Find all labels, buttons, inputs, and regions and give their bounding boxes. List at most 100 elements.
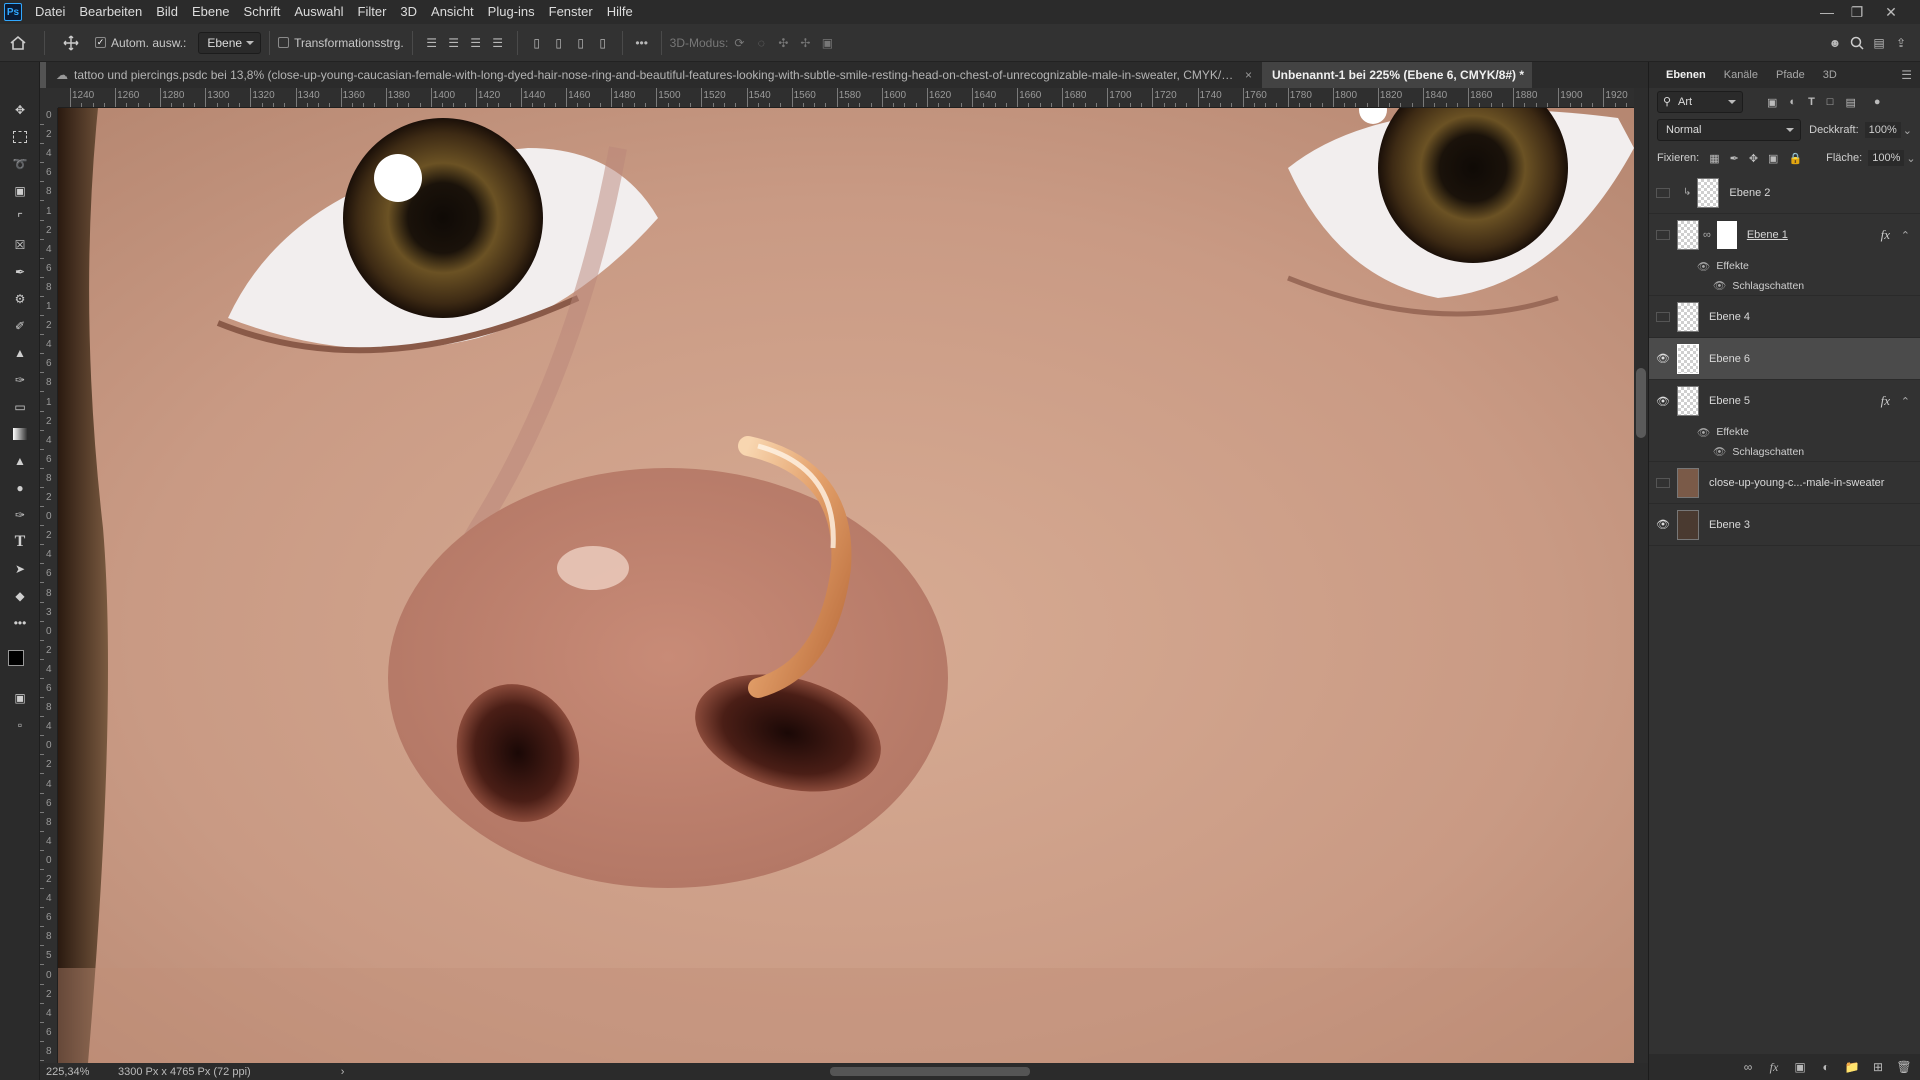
visibility-toggle[interactable] — [1649, 462, 1677, 504]
chevron-down-icon[interactable]: ⌄ — [1903, 124, 1912, 137]
menu-ansicht[interactable]: Ansicht — [424, 0, 481, 24]
layer-row[interactable]: 👁 Ebene 5 fx ⌃ — [1649, 380, 1920, 422]
filter-shape-icon[interactable]: □ — [1827, 96, 1834, 108]
lock-position-icon[interactable]: ✥ — [1749, 152, 1758, 165]
blend-mode-dropdown[interactable]: Normal — [1657, 119, 1802, 141]
dodge-tool-icon[interactable]: ● — [0, 474, 40, 501]
add-style-icon[interactable]: fx — [1763, 1056, 1785, 1078]
visibility-toggle[interactable]: 👁 — [1649, 338, 1677, 380]
menu-ebene[interactable]: Ebene — [185, 0, 237, 24]
clone-stamp-tool-icon[interactable]: ▲ — [0, 339, 40, 366]
eyedropper-tool-icon[interactable]: ✒ — [0, 258, 40, 285]
pan-3d-icon[interactable]: ✣ — [772, 32, 794, 54]
layer-row-selected[interactable]: 👁 Ebene 6 — [1649, 338, 1920, 380]
camera-3d-icon[interactable]: ▣ — [816, 32, 838, 54]
orbit-3d-icon[interactable]: ⟳ — [728, 32, 750, 54]
tab-3d[interactable]: 3D — [1814, 62, 1846, 88]
eye-icon[interactable]: 👁 — [1697, 260, 1710, 273]
effect-row[interactable]: 👁 Schlagschatten — [1649, 276, 1920, 296]
layer-mask-thumbnail[interactable] — [1716, 221, 1737, 249]
distribute-icon[interactable]: ☰ — [487, 32, 509, 54]
eye-icon[interactable]: 👁 — [1713, 445, 1726, 458]
lock-all-icon[interactable]: 🔒 — [1788, 152, 1802, 165]
brush-tool-icon[interactable]: ✐ — [0, 312, 40, 339]
screen-mode-icon[interactable]: ▫ — [0, 711, 40, 738]
foreground-color-swatch[interactable] — [8, 650, 24, 666]
delete-layer-icon[interactable]: 🗑 — [1893, 1056, 1915, 1078]
filter-pixel-icon[interactable]: ▣ — [1767, 96, 1777, 109]
filter-smartobject-icon[interactable]: ▤ — [1845, 96, 1855, 109]
zoom-level[interactable]: 225,34% — [46, 1066, 106, 1078]
align-left-icon[interactable]: ☰ — [421, 32, 443, 54]
align-middle-icon[interactable]: ▯ — [548, 32, 570, 54]
image-canvas[interactable] — [58, 108, 1634, 1063]
fx-icon[interactable]: fx — [1881, 227, 1890, 243]
pen-tool-icon[interactable]: ✑ — [0, 501, 40, 528]
layer-row[interactable]: Ebene 4 — [1649, 296, 1920, 338]
horizontal-ruler[interactable]: 1240 1260 1280 1300 1320 1340 1360 1380 1400 1420… — [58, 88, 1634, 108]
align-right-icon[interactable]: ☰ — [465, 32, 487, 54]
move-tool-preset-icon[interactable] — [53, 30, 89, 56]
frame-tool-icon[interactable]: ☒ — [0, 231, 40, 258]
restore-icon[interactable]: ❐ — [1842, 0, 1872, 24]
object-select-tool-icon[interactable]: ▣ — [0, 177, 40, 204]
menu-bild[interactable]: Bild — [149, 0, 185, 24]
lock-artboard-icon[interactable]: ▣ — [1768, 152, 1778, 165]
vertical-ruler[interactable]: 0 2 4 6 8 1 2 4 6 8 1 2 4 6 8 1 2 4 6 8 2 0 2 4 6 8 3 0 2 4 6 8 4 0 2 4 6 8 4 0… — [40, 108, 58, 1063]
minimize-icon[interactable]: — — [1812, 0, 1842, 24]
visibility-toggle[interactable]: 👁 — [1649, 380, 1677, 422]
layer-row[interactable]: 👁 Ebene 3 — [1649, 504, 1920, 546]
layer-name[interactable]: Ebene 1 — [1747, 229, 1788, 241]
layer-name[interactable]: Ebene 6 — [1709, 353, 1750, 365]
tab-unbenannt-1[interactable]: Unbenannt-1 bei 225% (Ebene 6, CMYK/8#) … — [1262, 62, 1532, 88]
menu-fenster[interactable]: Fenster — [542, 0, 600, 24]
fill-input[interactable]: 100% — [1868, 150, 1905, 166]
lock-image-icon[interactable]: ✒ — [1730, 152, 1739, 165]
more-options-icon[interactable]: ••• — [631, 32, 653, 54]
add-mask-icon[interactable]: ▣ — [1789, 1056, 1811, 1078]
horizontal-scroll-thumb[interactable] — [830, 1067, 1030, 1076]
photoshop-logo-icon[interactable]: Ps — [4, 3, 22, 21]
lock-transparent-icon[interactable]: ▦ — [1709, 152, 1719, 165]
search-icon[interactable] — [1846, 32, 1868, 54]
link-layers-icon[interactable]: ∞ — [1737, 1056, 1759, 1078]
chevron-down-icon[interactable]: ⌄ — [1906, 152, 1915, 165]
status-arrow-icon[interactable]: › — [341, 1066, 345, 1078]
chevron-up-icon[interactable]: ⌃ — [1901, 395, 1910, 408]
home-icon[interactable] — [0, 30, 36, 56]
menu-bearbeiten[interactable]: Bearbeiten — [72, 0, 149, 24]
more-tools-icon[interactable]: ••• — [0, 609, 40, 636]
type-tool-icon[interactable]: T — [0, 528, 40, 555]
tab-kanaele[interactable]: Kanäle — [1715, 62, 1767, 88]
tab-close-icon[interactable]: × — [1245, 62, 1252, 88]
export-icon[interactable]: ⇪ — [1890, 32, 1912, 54]
menu-datei[interactable]: Datei — [28, 0, 72, 24]
tab-pfade[interactable]: Pfade — [1767, 62, 1814, 88]
layer-name[interactable]: Ebene 4 — [1709, 311, 1750, 323]
history-brush-tool-icon[interactable]: ✑ — [0, 366, 40, 393]
quick-mask-icon[interactable]: ▣ — [0, 684, 40, 711]
vertical-scrollbar[interactable] — [1634, 88, 1648, 1063]
visibility-toggle[interactable] — [1649, 214, 1677, 256]
shape-tool-icon[interactable]: ◆ — [0, 582, 40, 609]
filter-adjustment-icon[interactable]: ◐ — [1789, 96, 1796, 108]
layer-row[interactable]: close-up-young-c...-male-in-sweater — [1649, 462, 1920, 504]
crop-tool-icon[interactable]: ⌜ — [0, 204, 40, 231]
layer-name[interactable]: Ebene 2 — [1729, 187, 1770, 199]
effects-row[interactable]: 👁 Effekte — [1649, 256, 1920, 276]
slide-3d-icon[interactable]: ✢ — [794, 32, 816, 54]
effects-row[interactable]: 👁 Effekte — [1649, 422, 1920, 442]
new-group-icon[interactable]: 📁 — [1841, 1056, 1863, 1078]
menu-filter[interactable]: Filter — [351, 0, 394, 24]
link-icon[interactable]: ∞ — [1703, 229, 1711, 241]
workspace-icon[interactable]: ▤ — [1868, 32, 1890, 54]
ruler-corner[interactable] — [40, 88, 58, 108]
layer-name[interactable]: Ebene 5 — [1709, 395, 1750, 407]
visibility-toggle[interactable] — [1649, 172, 1677, 214]
lasso-tool-icon[interactable]: ➰ — [0, 150, 40, 177]
layer-row[interactable]: ↳ Ebene 2 — [1649, 172, 1920, 214]
color-swatches[interactable] — [0, 636, 39, 684]
visibility-toggle[interactable]: 👁 — [1649, 504, 1677, 546]
layer-name[interactable]: Ebene 3 — [1709, 519, 1750, 531]
layer-row[interactable]: ∞ Ebene 1 fx ⌃ — [1649, 214, 1920, 256]
